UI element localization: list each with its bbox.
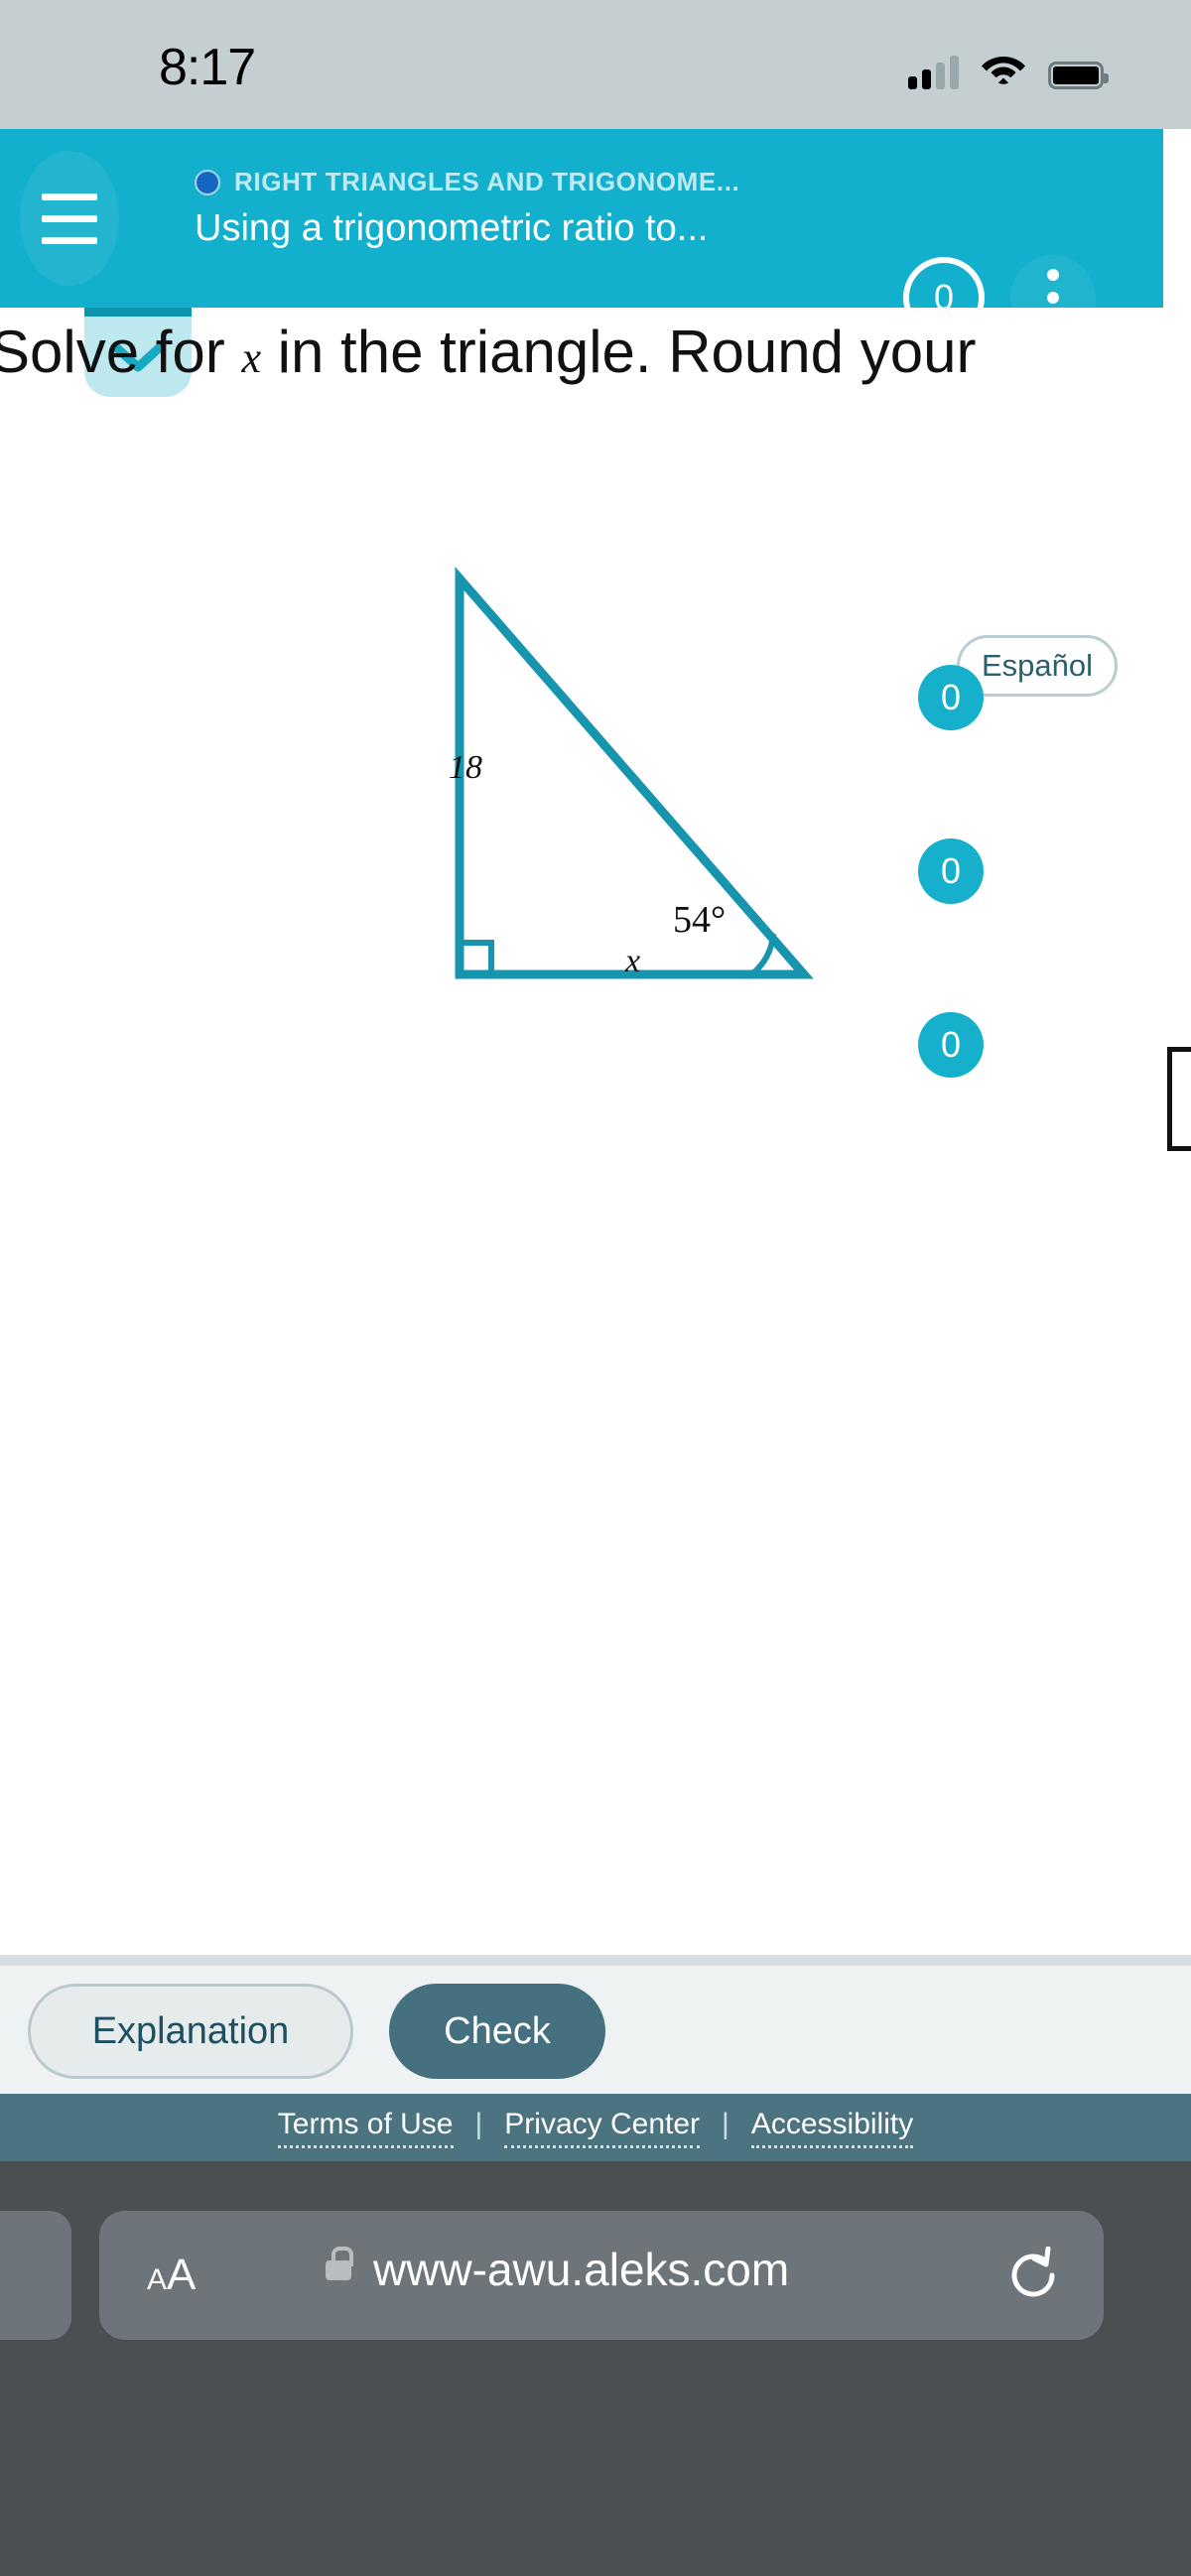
url-text: www-awu.aleks.com bbox=[373, 2244, 790, 2295]
footer-separator: | bbox=[474, 2108, 483, 2140]
text-size-button[interactable]: AA bbox=[147, 2251, 196, 2300]
question-suffix: in the triangle. Round your bbox=[260, 319, 977, 385]
answer-input[interactable] bbox=[1167, 1047, 1191, 1151]
privacy-center-link[interactable]: Privacy Center bbox=[504, 2108, 701, 2148]
footer-links: Terms of Use | Privacy Center | Accessib… bbox=[0, 2094, 1191, 2161]
angle-label: 54° bbox=[673, 899, 727, 941]
hamburger-menu-icon[interactable] bbox=[20, 151, 119, 286]
action-bar: Explanation Check bbox=[0, 1955, 1191, 2094]
breadcrumb-label: RIGHT TRIANGLES AND TRIGONOME... bbox=[234, 167, 740, 196]
explanation-label: Explanation bbox=[91, 2009, 290, 2052]
question-variable: x bbox=[241, 333, 261, 382]
hint-bubble[interactable]: 0 bbox=[918, 665, 984, 730]
text-size-large-label: A bbox=[167, 2251, 197, 2299]
hint-bubble-count: 0 bbox=[940, 850, 962, 891]
lock-icon bbox=[326, 2247, 353, 2280]
triangle-figure: 18 x 54° bbox=[377, 546, 854, 1022]
page-title: Using a trigonometric ratio to... bbox=[195, 207, 709, 249]
hint-bubble[interactable]: 0 bbox=[918, 1012, 984, 1078]
wifi-icon bbox=[981, 51, 1026, 89]
cellular-signal-icon bbox=[908, 56, 959, 89]
hint-bubble[interactable]: 0 bbox=[918, 838, 984, 904]
hint-bubble-count: 0 bbox=[940, 677, 962, 717]
explanation-button[interactable]: Explanation bbox=[28, 1984, 353, 2079]
hint-bubble-count: 0 bbox=[940, 1024, 962, 1065]
ios-status-bar: 8:17 bbox=[0, 0, 1191, 129]
topic-dot-icon bbox=[195, 169, 220, 195]
reload-icon[interactable] bbox=[1004, 2246, 1062, 2304]
question-text: Solve for x in the triangle. Round your bbox=[0, 318, 976, 386]
app-header: RIGHT TRIANGLES AND TRIGONOME... Using a… bbox=[0, 129, 1163, 340]
terms-of-use-link[interactable]: Terms of Use bbox=[277, 2108, 454, 2148]
adjacent-tab-stub[interactable] bbox=[0, 2211, 71, 2340]
accessibility-link[interactable]: Accessibility bbox=[750, 2108, 914, 2148]
breadcrumb: RIGHT TRIANGLES AND TRIGONOME... bbox=[195, 167, 830, 197]
leg-horizontal-label: x bbox=[625, 943, 641, 979]
check-button[interactable]: Check bbox=[389, 1984, 605, 2079]
header-text-block: RIGHT TRIANGLES AND TRIGONOME... Using a… bbox=[195, 167, 830, 250]
status-time: 8:17 bbox=[159, 39, 256, 96]
safari-browser-chrome: AA www-awu.aleks.com bbox=[0, 2161, 1191, 2576]
footer-separator: | bbox=[722, 2108, 729, 2140]
question-work-area: Solve for x in the triangle. Round your … bbox=[0, 308, 1191, 1955]
leg-vertical-label: 18 bbox=[449, 749, 482, 786]
check-label: Check bbox=[444, 2009, 551, 2052]
status-indicators bbox=[908, 42, 1109, 89]
url-bar[interactable]: AA www-awu.aleks.com bbox=[99, 2211, 1104, 2340]
battery-icon bbox=[1048, 62, 1109, 89]
question-prefix: Solve for bbox=[0, 319, 242, 385]
text-size-small-label: A bbox=[147, 2263, 168, 2296]
espanol-label: Español bbox=[982, 648, 1094, 683]
